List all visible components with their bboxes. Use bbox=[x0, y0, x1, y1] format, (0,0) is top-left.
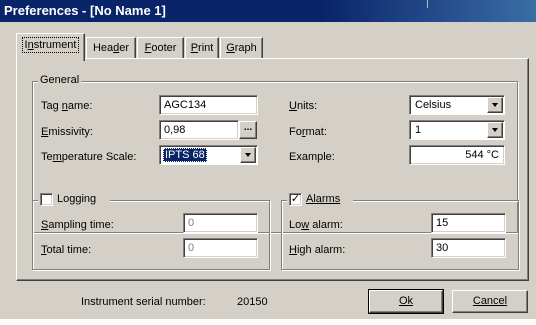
background-divider bbox=[427, 0, 428, 8]
tag-name-label: Tag name: bbox=[41, 100, 93, 112]
temperature-scale-value: IPTS 68 bbox=[163, 148, 207, 162]
chevron-down-icon[interactable] bbox=[487, 97, 503, 113]
example-label: Example: bbox=[289, 151, 335, 163]
units-value: Celsius bbox=[415, 99, 452, 111]
window-title: Preferences - [No Name 1] bbox=[4, 3, 166, 18]
tab-instrument-label: Instrument bbox=[21, 37, 80, 53]
logging-label: Logging bbox=[57, 193, 97, 205]
logging-legend: Logging bbox=[38, 193, 110, 207]
tab-graph-label: Graph bbox=[226, 42, 257, 54]
format-label: Format: bbox=[289, 126, 327, 138]
cancel-label: Cancel bbox=[472, 295, 508, 307]
emissivity-label: Emissivity: bbox=[41, 126, 93, 138]
tab-print[interactable]: Print bbox=[185, 37, 219, 59]
sampling-time-label: Sampling time: bbox=[41, 219, 114, 231]
example-output: 544 °C bbox=[409, 145, 505, 165]
serial-number-value: 20150 bbox=[237, 296, 268, 308]
alarms-legend: ✓ Alarms bbox=[287, 193, 353, 207]
format-select[interactable]: 1 bbox=[409, 120, 505, 140]
instrument-tab-page: General Tag name: AGC134 Emissivity: 0,9… bbox=[16, 58, 529, 281]
tab-graph[interactable]: Graph bbox=[220, 37, 263, 59]
ok-button[interactable]: Ok bbox=[368, 289, 444, 314]
title-bar[interactable]: Preferences - [No Name 1] bbox=[0, 0, 536, 22]
alarms-label: Alarms bbox=[306, 193, 341, 205]
chevron-down-icon[interactable] bbox=[487, 122, 503, 138]
alarms-group bbox=[281, 200, 519, 270]
chevron-down-icon[interactable] bbox=[240, 147, 256, 163]
serial-number-label: Instrument serial number: bbox=[81, 296, 206, 308]
tab-print-label: Print bbox=[190, 42, 214, 54]
preferences-dialog: Preferences - [No Name 1] Instrument Hea… bbox=[0, 0, 536, 319]
logging-group bbox=[32, 200, 270, 270]
total-time-input[interactable]: 0 bbox=[183, 238, 258, 258]
ok-label: Ok bbox=[398, 295, 414, 307]
temperature-scale-select[interactable]: IPTS 68 bbox=[159, 145, 258, 165]
background-strip bbox=[0, 319, 536, 325]
units-select[interactable]: Celsius bbox=[409, 95, 505, 115]
units-label: Units: bbox=[289, 100, 318, 112]
format-value: 1 bbox=[415, 124, 422, 136]
alarms-checkbox[interactable]: ✓ bbox=[289, 193, 302, 206]
emissivity-input[interactable]: 0,98 bbox=[159, 120, 239, 140]
total-time-label: Total time: bbox=[41, 244, 92, 256]
general-legend: General bbox=[38, 74, 82, 87]
tab-header-label: Header bbox=[92, 42, 130, 54]
high-alarm-label: High alarm: bbox=[289, 244, 346, 256]
tab-footer[interactable]: Footer bbox=[137, 37, 184, 59]
sampling-time-input[interactable]: 0 bbox=[183, 213, 258, 233]
logging-checkbox[interactable] bbox=[40, 193, 53, 206]
tab-footer-label: Footer bbox=[144, 42, 177, 54]
tag-name-input[interactable]: AGC134 bbox=[159, 95, 258, 115]
high-alarm-input[interactable]: 30 bbox=[431, 238, 506, 258]
low-alarm-label: Low alarm: bbox=[289, 219, 343, 231]
tab-header[interactable]: Header bbox=[86, 37, 136, 59]
low-alarm-input[interactable]: 15 bbox=[431, 213, 506, 233]
cancel-button[interactable]: Cancel bbox=[452, 290, 528, 313]
tab-instrument[interactable]: Instrument bbox=[16, 33, 85, 61]
emissivity-browse-button[interactable]: ... bbox=[239, 121, 257, 139]
temperature-scale-label: Temperature Scale: bbox=[41, 151, 137, 163]
